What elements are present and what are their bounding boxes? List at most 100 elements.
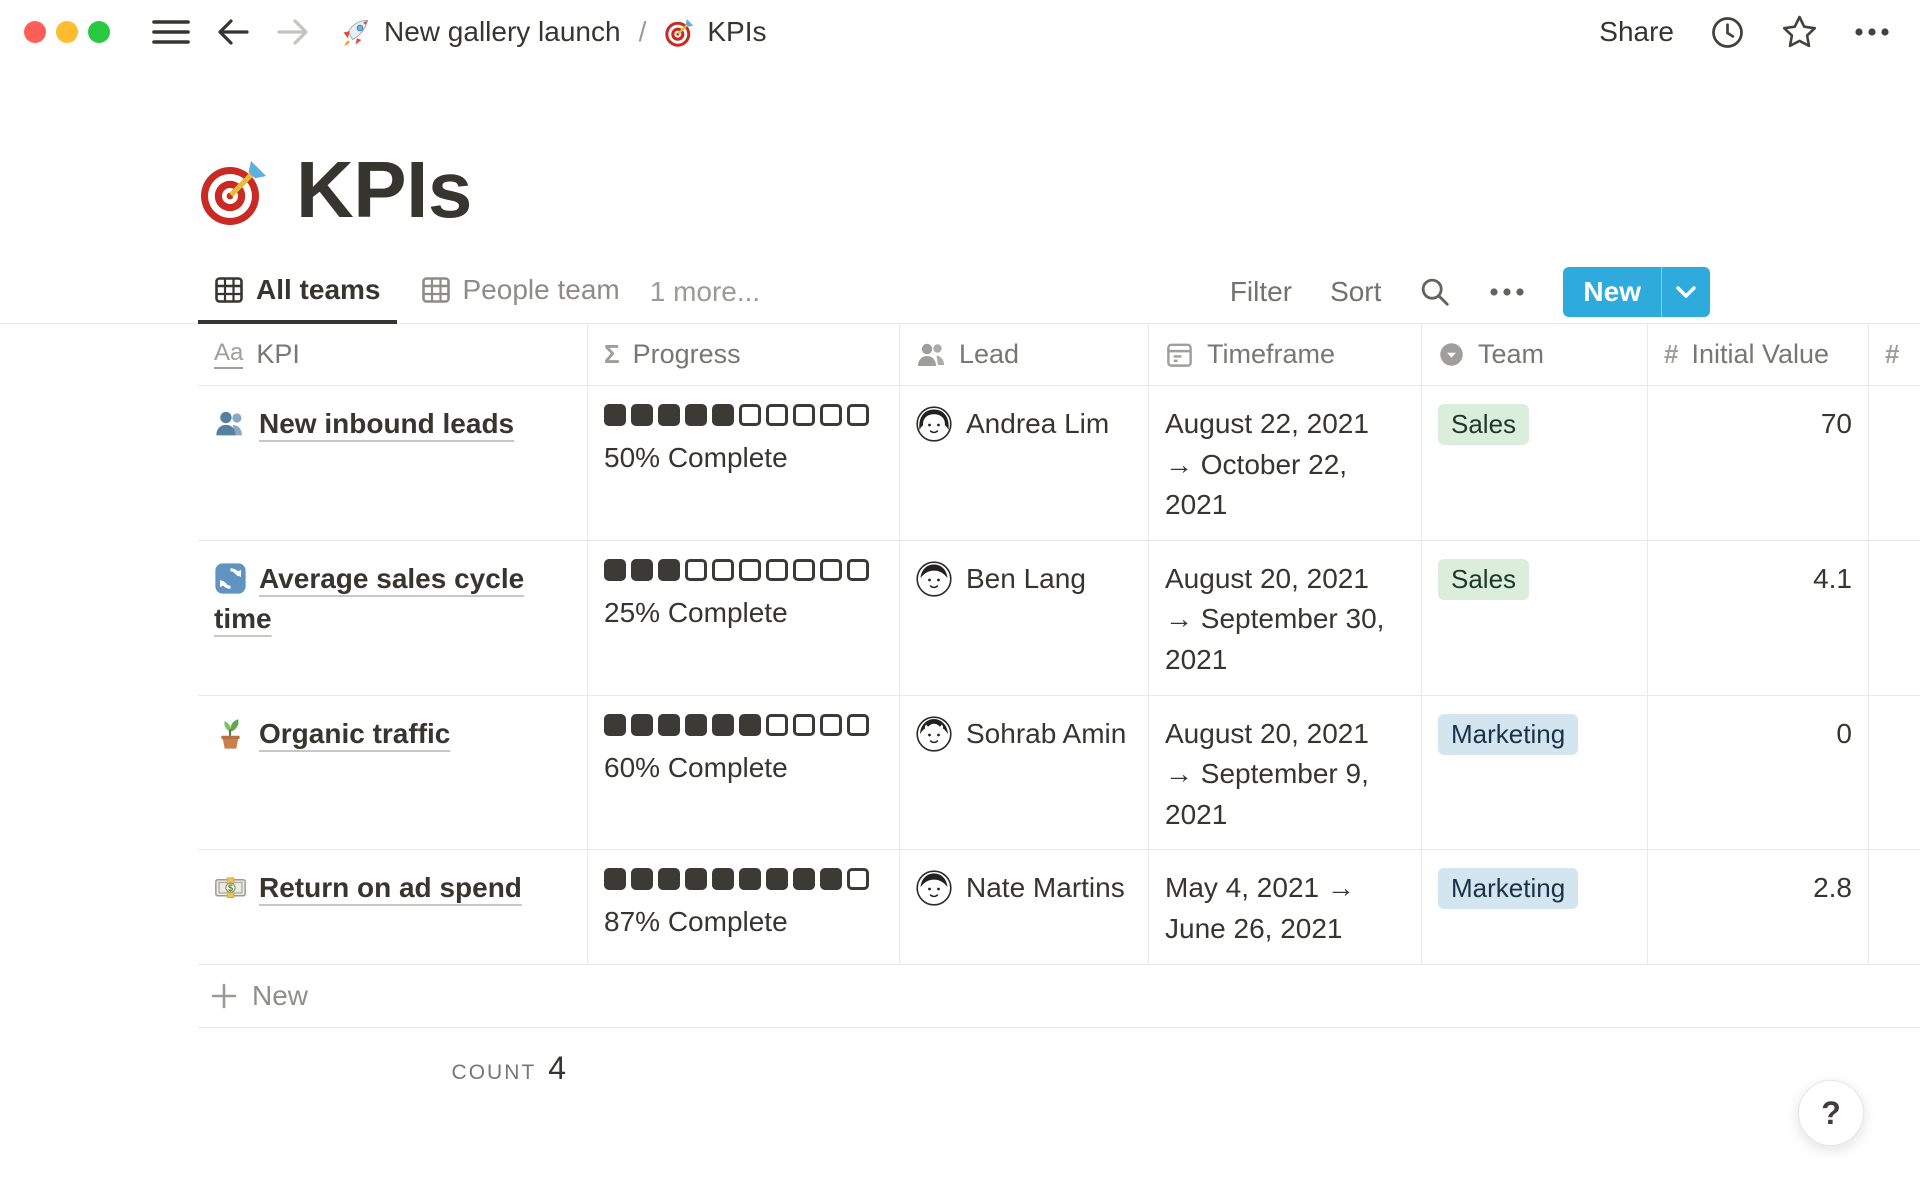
kpi-page-link[interactable]: Organic traffic (259, 718, 450, 749)
tab-all-teams[interactable]: All teams (198, 260, 397, 324)
window-zoom-button[interactable] (88, 21, 110, 43)
initial-value-cell[interactable]: 70 (1648, 386, 1869, 540)
plus-icon (210, 982, 238, 1010)
back-icon[interactable] (216, 18, 250, 46)
timeframe-cell[interactable]: August 22, 2021 → October 22, 2021 (1149, 386, 1422, 540)
timeframe-value: May 4, 2021 → June 26, 2021 (1165, 868, 1385, 949)
team-cell[interactable]: Sales (1422, 541, 1648, 695)
extra-cell[interactable] (1869, 541, 1920, 695)
tab-label: All teams (256, 274, 381, 306)
new-button-label[interactable]: New (1563, 267, 1661, 317)
sort-button[interactable]: Sort (1330, 276, 1381, 308)
window-close-button[interactable] (24, 21, 46, 43)
progress-cell[interactable]: 25% Complete (588, 541, 900, 695)
sidebar-menu-icon[interactable] (152, 18, 190, 46)
more-options-icon[interactable] (1854, 27, 1890, 37)
number-icon: # (1885, 339, 1899, 370)
rocket-emoji (340, 16, 372, 48)
view-more-options-icon[interactable] (1489, 287, 1525, 297)
timeframe-cell[interactable]: August 20, 2021 → September 30, 2021 (1149, 541, 1422, 695)
help-button-label: ? (1821, 1095, 1841, 1132)
column-header-team[interactable]: Team (1422, 324, 1648, 385)
initial-value-cell[interactable]: 0 (1648, 696, 1869, 850)
team-cell[interactable]: Sales (1422, 386, 1648, 540)
breadcrumb: New gallery launch / KPIs (340, 16, 767, 48)
kpi-page-link[interactable]: Return on ad spend (259, 872, 522, 903)
column-header-label: Progress (633, 339, 741, 370)
share-button[interactable]: Share (1599, 16, 1674, 48)
team-cell[interactable]: Marketing (1422, 696, 1648, 850)
add-row-label: New (252, 980, 308, 1012)
progress-cell[interactable]: 50% Complete (588, 386, 900, 540)
chevron-down-icon (1674, 284, 1698, 300)
avatar (916, 406, 952, 442)
timeframe-value: August 20, 2021 → September 30, 2021 (1165, 559, 1385, 681)
column-header-label: Team (1478, 339, 1544, 370)
history-clock-icon[interactable] (1710, 15, 1745, 50)
forward-icon[interactable] (276, 18, 310, 46)
extra-cell[interactable] (1869, 386, 1920, 540)
timeframe-cell[interactable]: May 4, 2021 → June 26, 2021 (1149, 850, 1422, 963)
view-controls: Filter Sort New (1230, 260, 1710, 323)
kpi-page-link[interactable]: New inbound leads (259, 408, 514, 439)
column-header-progress[interactable]: ΣProgress (588, 324, 900, 385)
progress-label: 50% Complete (604, 438, 883, 479)
tab-label: People team (463, 274, 620, 306)
extra-cell[interactable] (1869, 850, 1920, 963)
count-summary[interactable]: COUNT 4 (198, 1028, 588, 1087)
search-icon[interactable] (1419, 276, 1451, 308)
lead-cell[interactable]: Nate Martins (900, 850, 1149, 963)
add-row-button[interactable]: New (198, 965, 1920, 1028)
person-icon (916, 340, 946, 370)
lead-cell[interactable]: Sohrab Amin (900, 696, 1149, 850)
window-minimize-button[interactable] (56, 21, 78, 43)
kpi-cell[interactable]: $Return on ad spend (198, 850, 588, 963)
timeframe-cell[interactable]: August 20, 2021 → September 9, 2021 (1149, 696, 1422, 850)
breadcrumb-item-current[interactable]: KPIs (664, 16, 766, 48)
new-button[interactable]: New (1563, 267, 1710, 317)
select-icon (1438, 341, 1465, 368)
initial-value-cell[interactable]: 2.8 (1648, 850, 1869, 963)
table-row: Organic traffic 60% CompleteSohrab AminAu… (198, 696, 1920, 851)
column-header-lead[interactable]: Lead (900, 324, 1149, 385)
lead-cell[interactable]: Andrea Lim (900, 386, 1149, 540)
page-header: KPIs (198, 150, 1920, 230)
number-icon: # (1664, 339, 1678, 370)
view-toolbar: All teams People team 1 more... Filter S… (0, 260, 1920, 324)
count-label: COUNT (452, 1061, 537, 1085)
kpi-cell[interactable]: Average sales cycle time (198, 541, 588, 695)
kpi-page-link[interactable]: Average sales cycle time (214, 563, 524, 635)
team-cell[interactable]: Marketing (1422, 850, 1648, 963)
progress-label: 87% Complete (604, 902, 883, 943)
more-views-button[interactable]: 1 more... (636, 260, 774, 323)
column-header-label: Initial Value (1691, 339, 1829, 370)
column-header-timeframe[interactable]: Timeframe (1149, 324, 1422, 385)
tab-people-team[interactable]: People team (405, 260, 636, 324)
column-header-kpi[interactable]: AaKPI (198, 324, 588, 385)
team-tag: Marketing (1438, 714, 1578, 755)
column-header-extra[interactable]: # (1869, 324, 1920, 385)
progress-bar (604, 559, 883, 581)
progress-cell[interactable]: 87% Complete (588, 850, 900, 963)
table-row: Average sales cycle time 25% CompleteBen … (198, 541, 1920, 696)
breadcrumb-item-parent[interactable]: New gallery launch (340, 16, 621, 48)
page-title[interactable]: KPIs (296, 150, 472, 230)
progress-bar (604, 404, 883, 426)
column-header-label: Timeframe (1207, 339, 1335, 370)
help-button[interactable]: ? (1798, 1080, 1864, 1146)
page-icon-target-emoji[interactable] (198, 156, 270, 228)
initial-value-cell[interactable]: 4.1 (1648, 541, 1869, 695)
team-tag: Marketing (1438, 868, 1578, 909)
kpi-cell[interactable]: Organic traffic (198, 696, 588, 850)
progress-cell[interactable]: 60% Complete (588, 696, 900, 850)
lead-name: Andrea Lim (966, 404, 1109, 445)
filter-button[interactable]: Filter (1230, 276, 1292, 308)
column-header-label: KPI (256, 339, 300, 370)
column-header-initial-value[interactable]: # Initial Value (1648, 324, 1869, 385)
favorite-star-icon[interactable] (1781, 14, 1818, 50)
new-button-dropdown[interactable] (1662, 267, 1710, 317)
avatar (916, 716, 952, 752)
kpi-cell[interactable]: New inbound leads (198, 386, 588, 540)
extra-cell[interactable] (1869, 696, 1920, 850)
lead-cell[interactable]: Ben Lang (900, 541, 1149, 695)
